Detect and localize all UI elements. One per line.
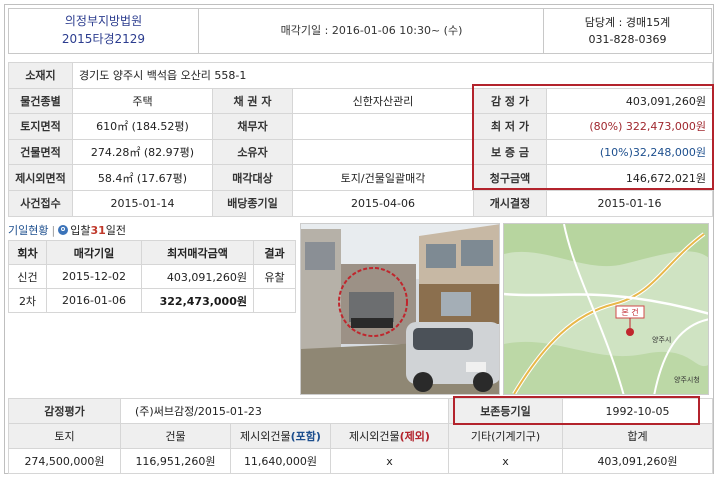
bid-days-number: 31 — [90, 224, 106, 237]
team-name: 담당계 : 경매15계 — [584, 16, 671, 29]
other-amount: x — [448, 448, 563, 474]
owner-label: 소유자 — [212, 138, 293, 166]
debtor-value — [292, 113, 474, 140]
sale-target-value: 토지/건물일괄매각 — [292, 164, 474, 191]
history-header-round: 회차 — [8, 240, 47, 265]
price-highlight-box — [472, 84, 714, 190]
history-tabs: 기일현황 | 입찰31일전 — [8, 222, 298, 238]
round-cell: 2차 — [8, 288, 47, 313]
table-row: 274,500,000원 116,951,260원 11,640,000원 x … — [8, 448, 713, 474]
history-header-amount: 최저매각금액 — [141, 240, 254, 265]
map-label-cityhall: 양주시청 — [674, 376, 700, 384]
property-photo[interactable] — [300, 223, 500, 395]
preserve-highlight-box — [453, 396, 700, 425]
excluded-area-label: 제시외면적 — [8, 164, 73, 191]
start-decision-value: 2015-01-16 — [546, 189, 713, 217]
building-amount: 116,951,260원 — [120, 448, 231, 474]
col-excluded-included: 제시외건물(포함) — [230, 423, 331, 449]
land-area-value: 610㎡ (184.52평) — [72, 113, 213, 140]
tab-bid-countdown[interactable]: 입찰31일전 — [70, 224, 126, 237]
result-cell: 유찰 — [253, 264, 296, 289]
date-cell: 2015-12-02 — [46, 264, 142, 289]
col-excl2-excl-tag: (제외) — [399, 430, 430, 443]
debtor-label: 채무자 — [212, 113, 293, 140]
col-excluded-excluded: 제시외건물(제외) — [330, 423, 449, 449]
col-building: 건물 — [120, 423, 231, 449]
bid-prefix: 입찰 — [70, 224, 91, 237]
valuation-label: 감정평가 — [8, 398, 121, 424]
contact-block: 담당계 : 경매15계 031-828-0369 — [543, 9, 711, 53]
building-area-value: 274.28㎡ (82.97평) — [72, 138, 213, 166]
location-label: 소재지 — [8, 62, 73, 89]
tab-schedule[interactable]: 기일현황 — [8, 224, 48, 237]
dividend-deadline-label: 배당종기일 — [212, 189, 293, 217]
col-excl2-prefix: 제시외건물 — [349, 430, 400, 443]
land-amount: 274,500,000원 — [8, 448, 121, 474]
court-block: 의정부지방법원 2015타경2129 — [9, 9, 199, 53]
bid-icon — [58, 225, 69, 235]
header: 의정부지방법원 2015타경2129 매각기일 : 2016-01-06 10:… — [8, 8, 712, 54]
start-decision-label: 개시결정 — [473, 189, 547, 217]
phone-number: 031-828-0369 — [588, 33, 667, 46]
building-area-label: 건물면적 — [8, 138, 73, 166]
map-label-property: 본 건 — [621, 307, 638, 317]
col-excl-incl-tag: (포함) — [290, 430, 321, 443]
receipt-label: 사건접수 — [8, 189, 73, 217]
table-row: 신건 2015-12-02 403,091,260원 유찰 — [8, 264, 296, 289]
col-land: 토지 — [8, 423, 121, 449]
excl-excl-amount: x — [330, 448, 449, 474]
dividend-deadline-value: 2015-04-06 — [292, 189, 474, 217]
col-total: 합계 — [562, 423, 713, 449]
location-map[interactable]: 본 건 양주시 양주시청 — [503, 223, 709, 395]
creditor-label: 채 권 자 — [212, 87, 293, 115]
excluded-area-value: 58.4㎡ (17.67평) — [72, 164, 213, 191]
owner-value — [292, 138, 474, 166]
receipt-value: 2015-01-14 — [72, 189, 213, 217]
history-header-date: 매각기일 — [46, 240, 142, 265]
map-label-city: 양주시 — [652, 336, 671, 344]
result-cell — [253, 288, 296, 313]
history-table: 회차 매각기일 최저매각금액 결과 신건 2015-12-02 403,091,… — [8, 240, 296, 313]
amount-cell: 322,473,000원 — [141, 288, 254, 313]
type-label: 물건종별 — [8, 87, 73, 115]
excl-incl-amount: 11,640,000원 — [230, 448, 331, 474]
table-row: 2차 2016-01-06 322,473,000원 — [8, 288, 296, 313]
col-excl-prefix: 제시외건물 — [240, 430, 291, 443]
round-cell: 신건 — [8, 264, 47, 289]
amount-cell: 403,091,260원 — [141, 264, 254, 289]
col-other: 기타(기계기구) — [448, 423, 563, 449]
location-map-drawing: 본 건 양주시 양주시청 — [504, 224, 708, 394]
date-cell: 2016-01-06 — [46, 288, 142, 313]
auction-date: 매각기일 : 2016-01-06 10:30~ (수) — [280, 24, 463, 37]
case-number: 2015타경2129 — [61, 32, 146, 46]
property-photo-drawing — [301, 224, 499, 394]
land-area-label: 토지면적 — [8, 113, 73, 140]
bid-suffix: 일전 — [105, 224, 127, 237]
history-header-result: 결과 — [253, 240, 296, 265]
tab-separator: | — [51, 224, 56, 237]
total-amount: 403,091,260원 — [562, 448, 713, 474]
valuation-value: (주)써브감정/2015-01-23 — [120, 398, 449, 424]
type-value: 주택 — [72, 87, 213, 115]
creditor-value: 신한자산관리 — [292, 87, 474, 115]
sale-target-label: 매각대상 — [212, 164, 293, 191]
court-name: 의정부지방법원 — [64, 14, 143, 28]
